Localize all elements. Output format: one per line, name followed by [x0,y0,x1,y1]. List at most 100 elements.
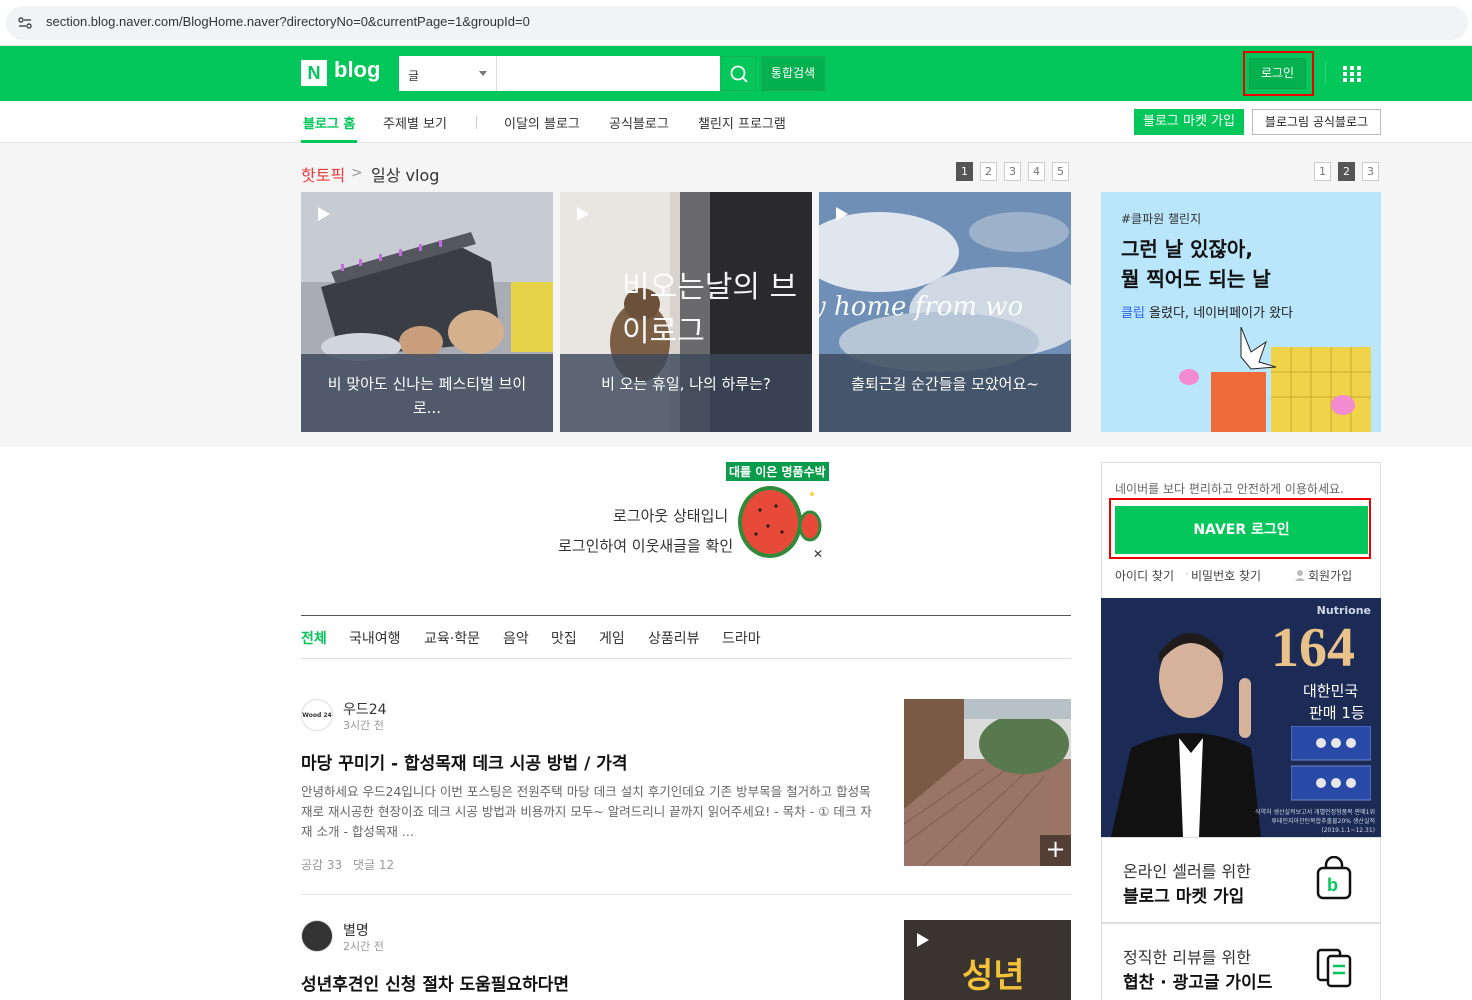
nav-by-topic[interactable]: 주제별 보기 [383,113,447,132]
integrated-search-button[interactable]: 통합검색 [761,56,825,91]
chevron-right-icon: > [351,165,363,181]
search-box: 글 [399,56,720,91]
tab-product-review[interactable]: 상품리뷰 [648,628,700,648]
hot-topic-page-3[interactable]: 3 [1004,162,1021,181]
divider [476,116,477,129]
post-author[interactable]: 별명 [343,920,369,940]
logged-out-message: 로그아웃 상태입니 [613,507,729,525]
post-thumbnail[interactable]: + [904,699,1071,866]
avatar[interactable]: Wood 24 [301,699,333,731]
play-icon [836,207,848,221]
post-time: 2시간 전 [343,940,384,953]
tab-restaurants[interactable]: 맛집 [551,628,577,648]
hot-topic-card[interactable]: y home from wo 출퇴근길 순간들을 모았어요~ [819,192,1071,432]
tab-music[interactable]: 음악 [503,628,529,648]
tab-education[interactable]: 교육·학문 [424,628,480,648]
search-button[interactable] [721,56,756,91]
naver-login-highlight-box [1109,498,1371,559]
nutrione-ad[interactable]: Nutrione 164 대한민국 판매 1등 식약처 생산실적보고서 개별인정… [1101,598,1381,837]
post-item[interactable]: 별명 2시간 전 성년후견인 신청 절차 도움필요하다면 성년 [301,920,1071,1000]
global-header: N blog 글 통합검색 로그인 [0,46,1472,101]
post-likes: 공감 33 [301,858,343,872]
login-box-message: 네이버를 보다 편리하고 안전하게 이용하세요. [1115,482,1344,496]
signup-link[interactable]: 회원가입 [1308,567,1352,584]
hot-topic-card[interactable]: 비 맞아도 신나는 페스티벌 브이로... [301,192,553,432]
post-description[interactable]: 안녕하세요 우드24입니다 이번 포스팅은 전원주택 마당 데크 설치 후기인데… [301,782,876,842]
tab-domestic-travel[interactable]: 국내여행 [349,628,401,648]
hot-topic-page-4[interactable]: 4 [1028,162,1045,181]
ad-body: 클립 올렸다, 네이버페이가 왔다 [1121,302,1293,321]
post-title[interactable]: 성년후견인 신청 절차 도움필요하다면 [301,970,569,995]
tab-drama[interactable]: 드라마 [722,628,761,648]
ad-page-2[interactable]: 2 [1338,162,1355,181]
ad-headline: 그런 날 있잖아, 뭘 찍어도 되는 날 [1121,234,1271,294]
card-caption: y home from wo [819,292,1024,322]
login-prompt-message: 로그인하여 이웃새글을 확인 [558,537,734,555]
watermelon-ad-image[interactable]: ✕ [730,482,826,562]
promo-line1: 온라인 셀러를 위한 [1123,862,1251,881]
clip-brand: 클립 [1121,306,1145,321]
search-input[interactable] [498,56,718,91]
browser-address-bar: section.blog.naver.com/BlogHome.naver?di… [0,0,1472,46]
model-photo [1111,633,1261,837]
post-thumbnail[interactable]: 성년 [904,920,1071,1000]
hot-topic-label[interactable]: 핫토픽 [301,162,345,186]
ad-body-rest: 올렸다, 네이버페이가 왔다 [1144,306,1294,321]
ad-number: 164 [1271,617,1355,679]
tab-games[interactable]: 게임 [599,628,625,648]
play-icon [917,933,929,947]
document-guide-icon [1316,948,1352,988]
ad-fine-print-2: 루테인지아잔틴복합추출물20% 생산실적 (2019.1.1~12.31) [1271,818,1375,834]
nav-official-blogs[interactable]: 공식블로그 [609,113,669,132]
sponsor-guide-promo[interactable]: 정직한 리뷰를 위한 협찬 · 광고글 가이드 [1101,923,1381,1000]
site-settings-icon[interactable] [17,15,33,31]
hot-topic-name[interactable]: 일상 vlog [371,162,439,186]
card-title: 출퇴근길 순간들을 모았어요~ [851,375,1039,393]
find-id-link[interactable]: 아이디 찾기 [1115,567,1174,584]
divider [1325,62,1326,84]
post-time: 3시간 전 [343,719,384,732]
promo-line1: 정직한 리뷰를 위한 [1123,948,1251,967]
hot-topic-page-2[interactable]: 2 [980,162,997,181]
ad-headline-line2: 뭘 찍어도 되는 날 [1121,267,1271,291]
ad-page-3[interactable]: 3 [1362,162,1379,181]
watermelon-ad-label[interactable]: 대를 이은 명품수박 [726,462,829,481]
divider-dot: · [1185,567,1189,581]
market-join-promo[interactable]: 온라인 셀러를 위한 블로그 마켓 가입 b [1101,837,1381,923]
play-icon [318,207,330,221]
avatar[interactable] [301,920,333,952]
post-author[interactable]: 우드24 [343,699,387,719]
market-join-button[interactable]: 블로그 마켓 가입 [1134,109,1244,135]
nav-challenge-program[interactable]: 챌린지 프로그램 [698,113,786,132]
ad-page-1[interactable]: 1 [1314,162,1331,181]
url-text[interactable]: section.blog.naver.com/BlogHome.naver?di… [46,14,530,29]
naver-logo[interactable]: N [301,60,327,86]
hot-topic-page-5[interactable]: 5 [1052,162,1069,181]
hot-topic-page-1[interactable]: 1 [956,162,973,181]
sub-navigation: 블로그 홈 주제별 보기 이달의 블로그 공식블로그 챌린지 프로그램 블로그 … [0,101,1472,143]
post-comments[interactable]: 댓글 12 [353,856,394,873]
blogrim-official-button[interactable]: 블로그림 공식블로그 [1252,109,1381,135]
ad-line2: 판매 1등 [1309,704,1365,722]
login-button[interactable]: 로그인 [1249,58,1306,89]
promo-line2: 블로그 마켓 가입 [1123,887,1245,907]
user-icon [1295,570,1305,581]
search-scope-value: 글 [408,69,420,83]
post-item[interactable]: Wood 24 우드24 3시간 전 마당 꾸미기 - 합성목재 데크 시공 방… [301,699,1071,895]
find-password-link[interactable]: 비밀번호 찾기 [1191,567,1261,584]
search-icon [730,65,748,83]
apps-grid-icon[interactable] [1343,66,1361,82]
tab-all[interactable]: 전체 [301,628,327,648]
avatar-text: Wood 24 [302,712,332,719]
post-title[interactable]: 마당 꾸미기 - 합성목재 데크 시공 방법 / 가격 [301,749,628,774]
blog-logo-text[interactable]: blog [334,57,380,83]
svg-text:b: b [1327,875,1338,895]
nav-blog-home[interactable]: 블로그 홈 [303,113,355,132]
plus-icon[interactable]: + [1040,835,1071,866]
challenge-ad-banner[interactable]: #클파원 챌린지 그런 날 있잖아, 뭘 찍어도 되는 날 클립 올렸다, 네이… [1101,192,1381,432]
nav-blog-of-month[interactable]: 이달의 블로그 [504,113,580,132]
shopping-bag-icon: b [1316,856,1352,900]
hot-topic-card[interactable]: 비오는날의 브이로그 비 오는 휴일, 나의 하루는? [560,192,812,432]
ad-tag: #클파원 챌린지 [1121,212,1202,226]
ad-line1: 대한민국 [1303,682,1359,700]
